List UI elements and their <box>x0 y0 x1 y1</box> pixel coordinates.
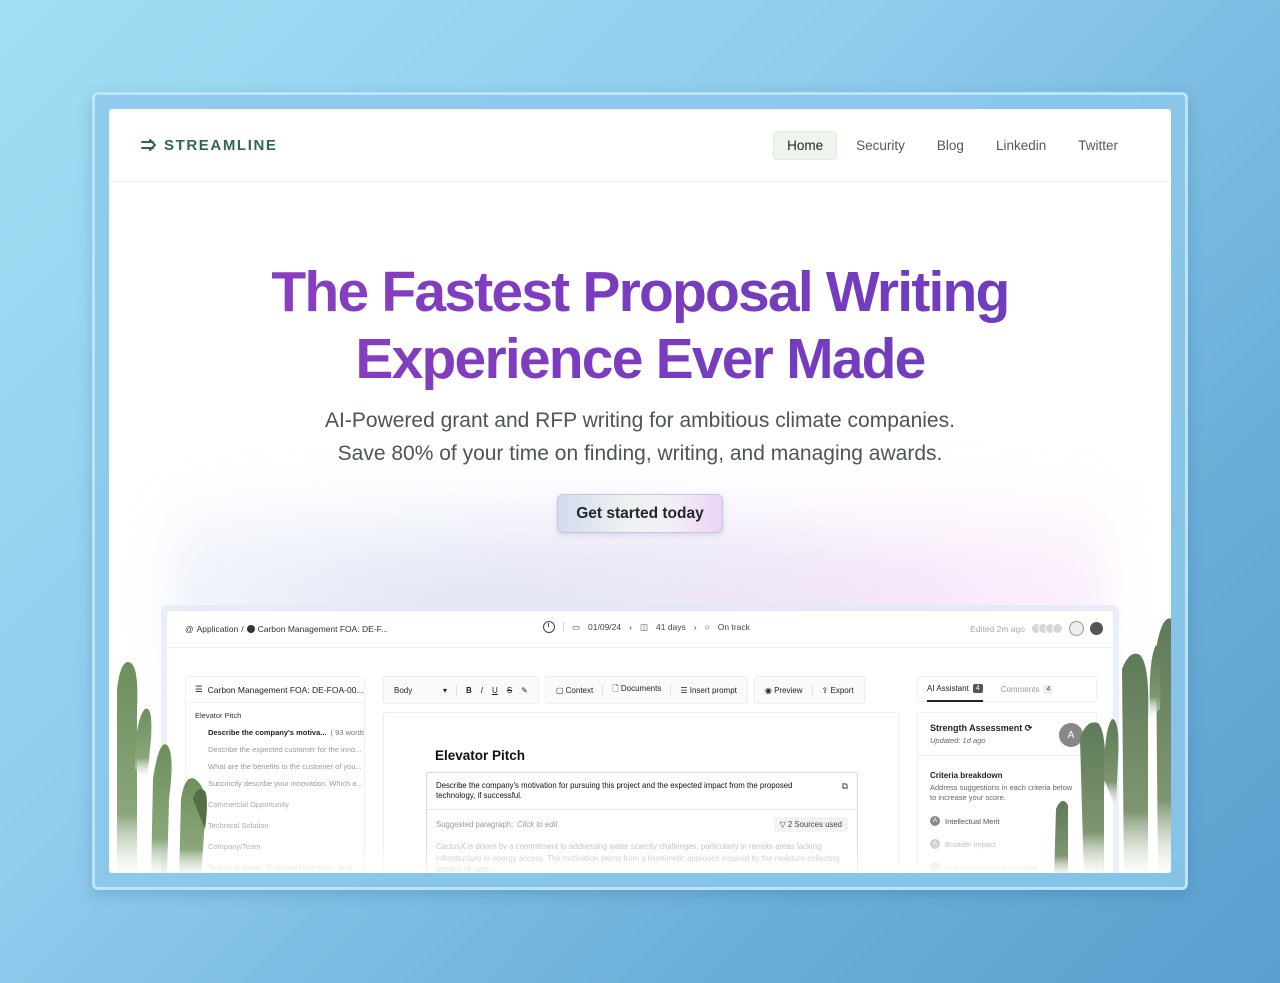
nav-link-twitter[interactable]: Twitter <box>1065 132 1131 159</box>
preview-button[interactable]: ◉ Preview <box>765 686 803 695</box>
due-date: 01/09/24 <box>588 622 622 632</box>
insert-prompt-button[interactable]: ☰ Insert prompt <box>680 686 737 695</box>
hero-title: The Fastest Proposal Writing Experience … <box>109 259 1171 393</box>
prompt-icon: ☰ <box>680 685 690 695</box>
divider <box>602 684 604 696</box>
style-select[interactable]: Body <box>394 686 434 695</box>
word-count: ( 93 words ) <box>330 728 365 737</box>
strikethrough-button[interactable]: S <box>507 686 512 695</box>
highlight-button[interactable]: ✎ <box>521 686 528 695</box>
tab-ai-assistant[interactable]: AI Assistant 4 <box>927 676 983 702</box>
output-group: ◉ Preview ⇪ Export <box>753 676 865 704</box>
logo[interactable]: STREAMLINE <box>141 137 278 154</box>
nav-link-security[interactable]: Security <box>843 132 918 159</box>
clock-icon[interactable] <box>543 621 555 633</box>
hero-subtitle: AI-Powered grant and RFP writing for amb… <box>109 404 1171 470</box>
nav-links: Home Security Blog Linkedin Twitter <box>773 130 1131 160</box>
refresh-icon[interactable]: ⟳ <box>1025 723 1033 733</box>
doe-logo-icon <box>246 625 255 633</box>
calendar-icon: ▭ <box>572 621 581 632</box>
nav-link-linkedin[interactable]: Linkedin <box>983 132 1059 159</box>
export-button[interactable]: ⇪ Export <box>822 686 854 695</box>
click-to-edit-hint: Click to edit <box>517 820 558 829</box>
breadcrumb-separator: / <box>241 624 244 634</box>
bullet: › <box>629 622 632 632</box>
suggested-label: Suggested paragraph: <box>436 820 514 829</box>
insert-prompt-label: Insert prompt <box>689 685 737 695</box>
status-text: On track <box>717 622 750 632</box>
sources-label: 2 Sources used <box>787 820 842 829</box>
bold-button[interactable]: B <box>466 686 472 695</box>
document-title: Elevator Pitch <box>435 748 526 763</box>
assessment-title-text: Strength Assessment <box>930 723 1023 733</box>
landing-page: STREAMLINE Home Security Blog Linkedin T… <box>109 109 1171 873</box>
count-badge: 4 <box>972 683 983 693</box>
hero-title-line-2: Experience Ever Made <box>355 327 925 391</box>
at-icon: @ <box>185 624 194 634</box>
breadcrumb: @ Application / Carbon Management FOA: D… <box>185 624 388 634</box>
bullet: › <box>693 622 697 632</box>
assessment-title: Strength Assessment ⟳ <box>930 723 1032 734</box>
grade-badge: A <box>930 816 940 826</box>
document-icon: 🗋 <box>612 684 621 693</box>
suggested-paragraph[interactable]: Suggested paragraph: Click to edit <box>436 820 557 829</box>
underline-button[interactable]: U <box>492 686 498 695</box>
format-group: Body ▾ B I U S ✎ <box>383 676 539 704</box>
question-text: Describe the company's motivation for pu… <box>427 773 857 810</box>
cactus-right-illustration <box>1044 609 1171 873</box>
criteria-title: Criteria breakdown <box>930 771 1003 780</box>
hero-subtitle-line-2: Save 80% of your time on finding, writin… <box>337 442 943 465</box>
eye-icon: ◉ <box>764 685 775 695</box>
cactus-left-illustration <box>109 649 229 873</box>
days-remaining: 41 days <box>656 622 686 632</box>
edited-text: Edited 2m ago <box>970 623 1025 634</box>
fade-overlay <box>167 841 1113 873</box>
top-navigation: STREAMLINE Home Security Blog Linkedin T… <box>109 109 1171 182</box>
criteria-label: Intellectual Merit <box>945 816 1000 826</box>
logo-text: STREAMLINE <box>164 136 278 154</box>
arrow-logo-icon <box>141 139 156 151</box>
preview-label: Preview <box>774 685 803 695</box>
breadcrumb-root[interactable]: Application <box>197 624 239 634</box>
insert-group: ▢ Context 🗋 Documents ☰ Insert prompt <box>544 676 748 704</box>
export-label: Export <box>830 685 854 695</box>
tab-label: Comments <box>1000 684 1040 694</box>
nav-link-blog[interactable]: Blog <box>924 132 977 159</box>
status-dot-icon: ○ <box>704 622 710 632</box>
filter-icon: ▽ <box>779 820 788 829</box>
context-button[interactable]: ▢ Context <box>556 686 593 695</box>
divider <box>811 684 813 696</box>
divider <box>456 684 458 696</box>
nav-link-home[interactable]: Home <box>773 130 838 160</box>
italic-button[interactable]: I <box>481 686 483 695</box>
hero-subtitle-line-1: AI-Powered grant and RFP writing for amb… <box>325 409 955 432</box>
sources-used-button[interactable]: ▽ 2 Sources used <box>773 817 848 832</box>
editor-toolbar: Body ▾ B I U S ✎ ▢ Context 🗋 Documents ☰… <box>383 676 865 704</box>
get-started-button[interactable]: Get started today <box>557 494 723 533</box>
context-icon: ▢ <box>555 685 566 695</box>
outline-title: Carbon Management FOA: DE-FOA-00... <box>207 684 364 695</box>
documents-button[interactable]: 🗋 Documents <box>612 683 661 697</box>
documents-label: Documents <box>620 684 662 693</box>
tab-label: AI Assistant <box>927 683 969 693</box>
breadcrumb-current[interactable]: Carbon Management FOA: DE-F... <box>258 624 388 634</box>
divider <box>670 684 672 696</box>
criteria-item[interactable]: A Intellectual Merit <box>930 816 1000 826</box>
updated-timestamp: Updated: 1d ago <box>930 736 986 745</box>
divider <box>563 622 564 632</box>
project-meta: ▭ 01/09/24 › ◫ 41 days › ○ On track <box>543 621 750 633</box>
open-external-icon[interactable]: ⧉ <box>842 781 848 792</box>
chevron-down-icon[interactable]: ▾ <box>443 686 447 695</box>
app-header: @ Application / Carbon Management FOA: D… <box>167 611 1113 648</box>
context-label: Context <box>565 685 594 695</box>
timer-icon: ◫ <box>639 621 648 632</box>
app-preview: @ Application / Carbon Management FOA: D… <box>167 611 1113 873</box>
hero-title-line-1: The Fastest Proposal Writing <box>271 260 1009 324</box>
